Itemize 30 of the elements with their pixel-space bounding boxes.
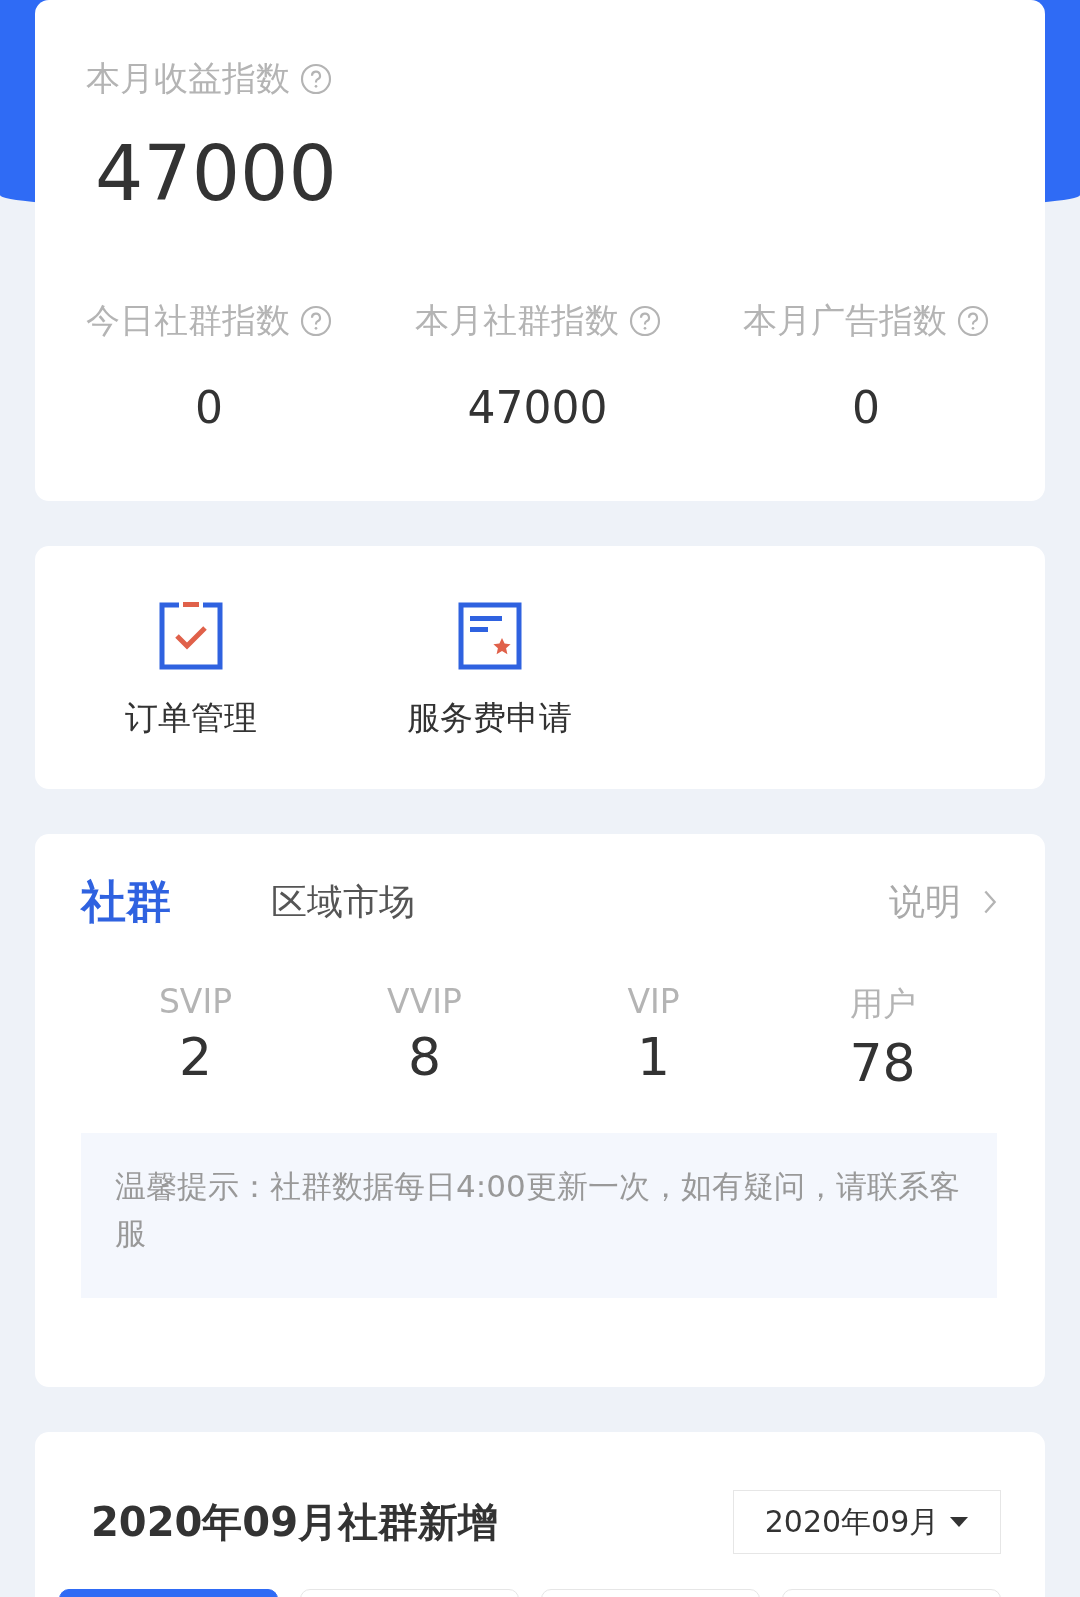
help-icon[interactable] (300, 63, 332, 95)
stat-value: 2 (178, 1027, 213, 1087)
income-title: 本月收益指数 (86, 57, 290, 100)
tab[interactable]: 区域市场 (271, 877, 415, 927)
metric-value: 0 (852, 381, 880, 433)
notice-text: 温馨提示：社群数据每日4:00更新一次，如有疑问，请联系客服 (81, 1133, 997, 1298)
stat-label: 用户 (849, 983, 916, 1025)
metric-label: 今日社群指数 (86, 298, 290, 342)
help-icon[interactable] (957, 304, 989, 337)
help-icon[interactable] (628, 304, 661, 337)
shortcut-label[interactable]: 服务费申请 (407, 696, 572, 741)
growth-title: 2020年09月社群新增 (91, 1497, 498, 1547)
tab[interactable]: 社群 (81, 872, 171, 932)
stat-value: 78 (849, 1033, 916, 1093)
stat-value: 8 (407, 1027, 442, 1087)
metric-label: 本月广告指数 (743, 298, 947, 342)
income-value: 47000 (95, 132, 338, 216)
metric-value: 0 (195, 381, 223, 433)
clipboard-check-icon[interactable] (159, 602, 223, 670)
metric-value: 47000 (467, 381, 608, 433)
help-icon[interactable] (300, 304, 332, 337)
shortcut-label[interactable]: 订单管理 (125, 696, 257, 741)
metric-label: 本月社群指数 (414, 298, 619, 342)
stat-label: SVIP (158, 982, 233, 1021)
stat-value: 1 (636, 1027, 671, 1087)
stat-label: VVIP (387, 982, 462, 1021)
chevron-right-icon[interactable] (983, 889, 997, 915)
caret-icon (949, 1516, 970, 1528)
month-picker[interactable]: 2020年09月 (733, 1490, 1001, 1554)
stat-label: VIP (627, 982, 680, 1021)
